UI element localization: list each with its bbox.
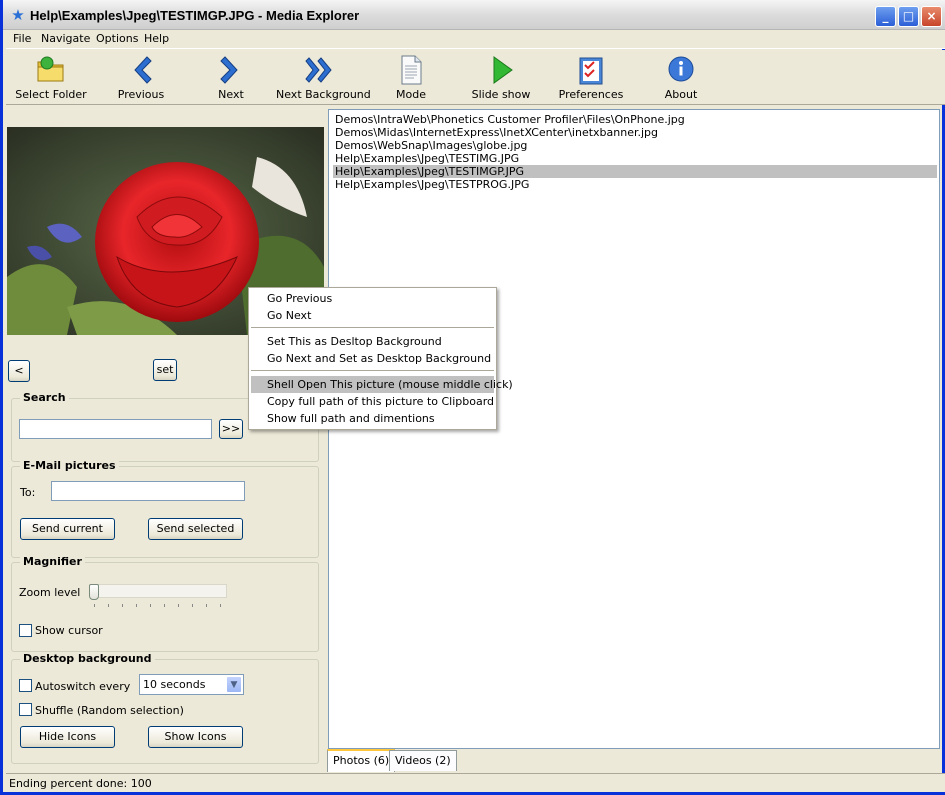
about-button[interactable]: About — [636, 52, 726, 104]
list-item[interactable]: Demos\WebSnap\Images\globe.jpg — [333, 139, 937, 152]
autoswitch-label: Autoswitch every — [35, 680, 131, 693]
preferences-label: Preferences — [558, 88, 624, 101]
context-menu: Go Previous Go Next Set This as Desltop … — [248, 287, 513, 430]
zoom-slider-track[interactable] — [91, 584, 227, 598]
show-icons-button[interactable]: Show Icons — [148, 726, 243, 748]
zoom-level-label: Zoom level — [19, 586, 81, 599]
info-icon — [668, 56, 694, 82]
ctx-separator — [251, 327, 494, 328]
document-icon — [401, 55, 422, 85]
show-cursor-label: Show cursor — [35, 624, 103, 637]
slider-tick — [136, 604, 137, 607]
menu-help[interactable]: Help — [144, 32, 169, 45]
left-pane: < set Search >> E-Mail pictures To: Send… — [6, 107, 324, 771]
next-background-button[interactable]: Next Background — [276, 52, 371, 104]
slider-tick — [108, 604, 109, 607]
send-selected-button[interactable]: Send selected — [148, 518, 243, 540]
hide-icons-button[interactable]: Hide Icons — [20, 726, 115, 748]
status-bar: Ending percent done: 100 — [6, 773, 945, 792]
slider-tick — [164, 604, 165, 607]
send-current-button[interactable]: Send current — [20, 518, 115, 540]
list-item[interactable]: Help\Examples\Jpeg\TESTPROG.JPG — [333, 178, 937, 191]
ctx-shell-open[interactable]: Shell Open This picture (mouse middle cl… — [251, 376, 513, 393]
ctx-show-path[interactable]: Show full path and dimentions — [251, 410, 494, 427]
slider-tick — [122, 604, 123, 607]
select-folder-label: Select Folder — [15, 88, 87, 101]
list-item-selected[interactable]: Help\Examples\Jpeg\TESTIMGP.JPG — [333, 165, 937, 178]
double-chevron-right-icon — [305, 57, 332, 83]
mode-label: Mode — [396, 88, 426, 101]
email-group: E-Mail pictures To: Send current Send se… — [11, 459, 319, 558]
ctx-separator — [251, 370, 494, 371]
ctx-go-previous[interactable]: Go Previous — [251, 290, 494, 307]
title-bar[interactable]: ★ Help\Examples\Jpeg\TESTIMGP.JPG - Medi… — [3, 0, 945, 30]
zoom-slider-thumb[interactable] — [89, 584, 99, 600]
interval-select[interactable]: 10 seconds ▼ — [139, 674, 244, 695]
shuffle-label: Shuffle (Random selection) — [35, 704, 184, 717]
magnifier-group: Magnifier Zoom level Show cursor — [11, 555, 319, 652]
folder-icon — [37, 56, 64, 82]
checklist-icon — [579, 57, 603, 85]
app-star-icon: ★ — [11, 6, 25, 24]
slider-tick — [178, 604, 179, 607]
select-folder-button[interactable]: Select Folder — [6, 52, 96, 104]
list-item[interactable]: Help\Examples\Jpeg\TESTIMG.JPG — [333, 152, 937, 165]
ctx-set-background[interactable]: Set This as Desltop Background — [251, 333, 494, 350]
menu-bar: File Navigate Options Help — [6, 30, 945, 49]
list-item[interactable]: Demos\Midas\InternetExpress\InetXCenter\… — [333, 126, 937, 139]
slider-tick — [150, 604, 151, 607]
search-go-button[interactable]: >> — [219, 419, 243, 439]
preferences-button[interactable]: Preferences — [546, 52, 636, 104]
email-group-title: E-Mail pictures — [20, 459, 119, 472]
chevron-down-icon[interactable]: ▼ — [226, 676, 242, 693]
autoswitch-checkbox[interactable] — [19, 679, 32, 692]
list-item[interactable]: Demos\IntraWeb\Phonetics Customer Profil… — [333, 113, 937, 126]
email-to-field[interactable] — [51, 481, 245, 501]
prev-image-button[interactable]: < — [8, 360, 30, 382]
to-label: To: — [20, 486, 36, 499]
next-label: Next — [218, 88, 244, 101]
search-group-title: Search — [20, 391, 69, 404]
play-icon — [493, 56, 513, 84]
ctx-next-and-set[interactable]: Go Next and Set as Desktop Background — [251, 350, 494, 367]
interval-value: 10 seconds — [143, 678, 206, 691]
menu-navigate[interactable]: Navigate — [41, 32, 90, 45]
previous-label: Previous — [117, 88, 165, 101]
menu-file[interactable]: File — [13, 32, 31, 45]
magnifier-group-title: Magnifier — [20, 555, 85, 568]
shuffle-checkbox[interactable] — [19, 703, 32, 716]
close-button[interactable]: × — [921, 6, 942, 27]
ctx-copy-path[interactable]: Copy full path of this picture to Clipbo… — [251, 393, 494, 410]
maximize-button[interactable]: □ — [898, 6, 919, 27]
about-label: About — [664, 88, 698, 101]
next-button[interactable]: Next — [186, 52, 276, 104]
tab-photos[interactable]: Photos (6) — [327, 749, 396, 772]
menu-options[interactable]: Options — [96, 32, 138, 45]
desktop-background-title: Desktop background — [20, 652, 155, 665]
toolbar: Select Folder Previous Next Next Backgro… — [6, 50, 945, 105]
window-title: Help\Examples\Jpeg\TESTIMGP.JPG - Media … — [30, 8, 360, 23]
show-cursor-checkbox[interactable] — [19, 624, 32, 637]
slider-tick — [206, 604, 207, 607]
next-background-label: Next Background — [276, 88, 371, 101]
status-text: Ending percent done: 100 — [9, 777, 152, 790]
slide-show-label: Slide show — [471, 88, 531, 101]
slide-show-button[interactable]: Slide show — [456, 52, 546, 104]
slider-tick — [220, 604, 221, 607]
search-input[interactable] — [19, 419, 212, 439]
slider-tick — [94, 604, 95, 607]
ctx-go-next[interactable]: Go Next — [251, 307, 494, 324]
mode-button[interactable]: Mode — [366, 52, 456, 104]
tab-videos[interactable]: Videos (2) — [389, 750, 457, 771]
chevron-left-icon — [134, 56, 152, 84]
chevron-right-icon — [220, 56, 238, 84]
main-window: ★ Help\Examples\Jpeg\TESTIMGP.JPG - Medi… — [0, 0, 945, 795]
set-button[interactable]: set — [153, 359, 177, 381]
slider-tick — [192, 604, 193, 607]
minimize-button[interactable]: _ — [875, 6, 896, 27]
previous-button[interactable]: Previous — [96, 52, 186, 104]
